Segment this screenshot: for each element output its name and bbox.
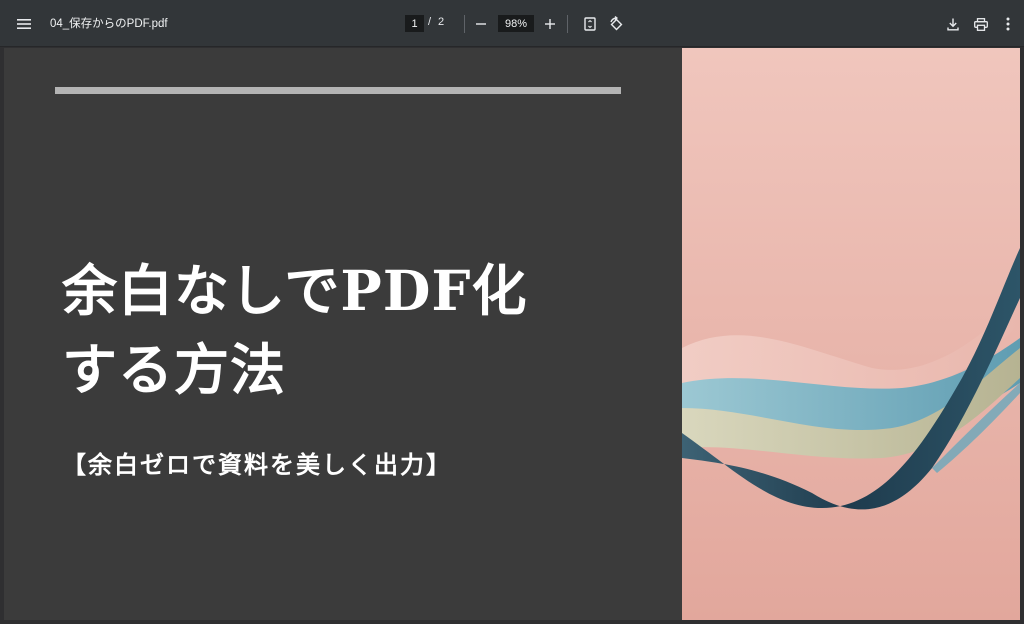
more-options-button[interactable] bbox=[998, 13, 1018, 35]
fit-to-page-button[interactable] bbox=[579, 13, 601, 35]
zoom-out-button[interactable] bbox=[470, 13, 492, 35]
rotate-button[interactable] bbox=[604, 13, 628, 35]
plus-icon bbox=[545, 19, 555, 29]
page-number-input[interactable] bbox=[405, 15, 424, 32]
document-title: 04_保存からのPDF.pdf bbox=[50, 18, 168, 30]
print-icon bbox=[974, 17, 988, 31]
zoom-level-input[interactable] bbox=[498, 15, 534, 32]
pdf-toolbar: 04_保存からのPDF.pdf / 2 bbox=[0, 0, 1024, 47]
ribbon-artwork bbox=[682, 48, 1020, 620]
download-icon bbox=[947, 18, 959, 30]
slide-subtitle: 【余白ゼロで資料を美しく出力】 bbox=[62, 451, 452, 479]
minus-icon bbox=[476, 23, 486, 25]
more-vert-icon bbox=[1006, 17, 1010, 31]
document-viewer[interactable]: 余白なしでPDF化 する方法 【余白ゼロで資料を美しく出力】 bbox=[0, 48, 1024, 624]
download-button[interactable] bbox=[941, 13, 965, 35]
toolbar-divider bbox=[567, 15, 568, 33]
slide-title-line-2: する方法 bbox=[62, 337, 287, 402]
fit-page-icon bbox=[584, 17, 596, 31]
page-separator: / bbox=[428, 16, 432, 28]
pdf-page: 余白なしでPDF化 する方法 【余白ゼロで資料を美しく出力】 bbox=[4, 48, 1020, 620]
rotate-icon bbox=[610, 16, 623, 31]
zoom-in-button[interactable] bbox=[539, 13, 561, 35]
total-pages: 2 bbox=[438, 16, 445, 28]
toolbar-divider bbox=[464, 15, 465, 33]
menu-icon bbox=[17, 19, 31, 29]
print-button[interactable] bbox=[969, 13, 993, 35]
accent-bar bbox=[55, 87, 621, 94]
slide-title: 余白なしでPDF化 する方法 bbox=[62, 251, 662, 409]
image-background bbox=[682, 48, 1020, 620]
abstract-ribbon-image bbox=[682, 48, 1020, 620]
slide-title-line-1: 余白なしでPDF化 bbox=[62, 258, 528, 323]
slide-text-panel: 余白なしでPDF化 する方法 【余白ゼロで資料を美しく出力】 bbox=[4, 48, 682, 620]
menu-button[interactable] bbox=[12, 12, 36, 36]
